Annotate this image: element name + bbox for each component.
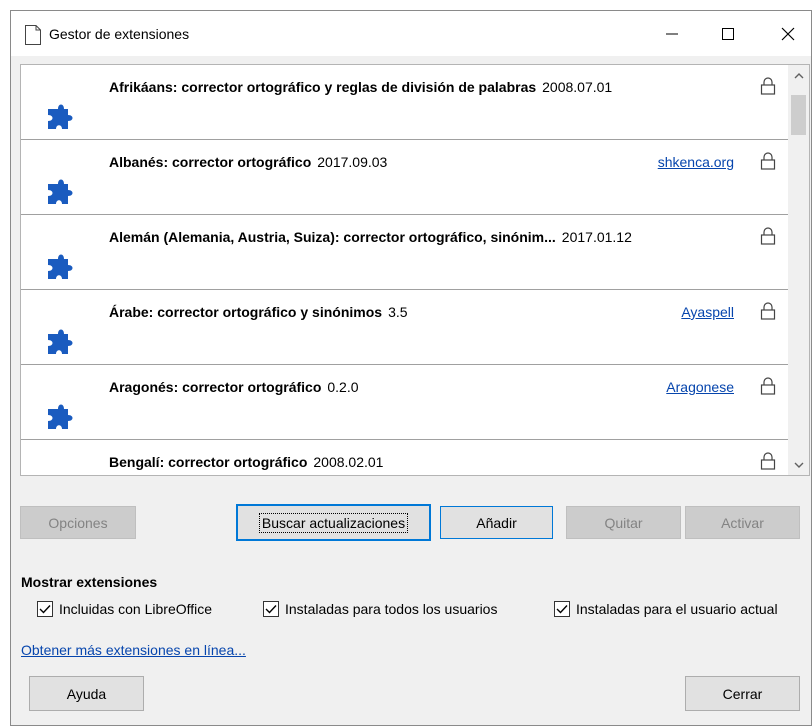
extension-row[interactable]: Árabe: corrector ortográfico y sinónimos… <box>21 290 790 365</box>
close-button[interactable]: Cerrar <box>685 676 800 711</box>
maximize-icon <box>722 27 734 40</box>
scroll-down-button[interactable] <box>788 454 809 475</box>
puzzle-piece-icon <box>45 251 75 283</box>
add-button[interactable]: Añadir <box>440 506 553 539</box>
maximize-button[interactable] <box>705 11 751 56</box>
remove-button-label: Quitar <box>604 514 643 531</box>
extension-text: Árabe: corrector ortográfico y sinónimos… <box>109 304 729 320</box>
extension-version: 2017.09.03 <box>317 154 388 170</box>
scroll-thumb[interactable] <box>791 95 806 135</box>
extension-name: Árabe: corrector ortográfico y sinónimos <box>109 304 383 320</box>
title-bar: Gestor de extensiones <box>11 11 811 56</box>
checkbox-label: Instaladas para todos los usuarios <box>285 601 498 617</box>
show-extensions-checkbox-1[interactable]: Instaladas para todos los usuarios <box>263 601 497 617</box>
checkbox-box[interactable] <box>263 601 279 617</box>
extension-version: 2008.02.01 <box>313 454 384 470</box>
check-updates-button[interactable]: Buscar actualizaciones <box>236 504 431 541</box>
extension-name: Albanés: corrector ortográfico <box>109 154 312 170</box>
window-title: Gestor de extensiones <box>49 26 190 42</box>
extension-name: Alemán (Alemania, Austria, Suiza): corre… <box>109 229 556 245</box>
add-button-label: Añadir <box>476 514 517 531</box>
extension-row[interactable]: Aragonés: corrector ortográfico 0.2.0 Arag… <box>21 365 790 440</box>
puzzle-piece-icon <box>45 101 75 133</box>
minimize-button[interactable] <box>649 11 695 56</box>
extension-name: Aragonés: corrector ortográfico <box>109 379 322 395</box>
checkbox-box[interactable] <box>554 601 570 617</box>
extension-version: 2017.01.12 <box>561 229 632 245</box>
checkbox-label: Instaladas para el usuario actual <box>576 601 778 617</box>
close-button-label: Cerrar <box>722 685 763 702</box>
extension-version: 2008.07.01 <box>542 79 613 95</box>
remove-button[interactable]: Quitar <box>566 506 681 539</box>
document-icon <box>25 25 41 45</box>
extension-name: Bengalí: corrector ortográfico <box>109 454 308 470</box>
extension-publisher-link[interactable]: Aragonese <box>666 379 734 395</box>
extensions-rows: Afrikáans: corrector ortográfico y regla… <box>21 65 790 475</box>
help-button-label: Ayuda <box>66 685 107 702</box>
scroll-up-button[interactable] <box>788 65 809 86</box>
checkbox-box[interactable] <box>37 601 53 617</box>
extension-publisher-link[interactable]: shkenca.org <box>658 154 734 170</box>
get-more-extensions-link[interactable]: Obtener más extensiones en línea... <box>21 642 246 658</box>
show-extensions-checkbox-0[interactable]: Incluidas con LibreOffice <box>37 601 212 617</box>
checkmark-icon <box>265 605 277 614</box>
extension-row[interactable]: Bengalí: corrector ortográfico 2008.02.01 <box>21 440 790 475</box>
show-extensions-checkbox-2[interactable]: Instaladas para el usuario actual <box>554 601 778 617</box>
extension-name: Afrikáans: corrector ortográfico y regla… <box>109 79 537 95</box>
list-scrollbar[interactable] <box>788 65 809 475</box>
lock-icon <box>760 377 776 395</box>
puzzle-piece-icon <box>45 326 75 358</box>
checkmark-icon <box>556 605 568 614</box>
lock-icon <box>760 152 776 170</box>
extensions-list[interactable]: Afrikáans: corrector ortográfico y regla… <box>20 64 810 476</box>
chevron-up-icon <box>794 72 803 78</box>
show-extensions-heading: Mostrar extensiones <box>21 574 158 590</box>
enable-button[interactable]: Activar <box>685 506 800 539</box>
lock-icon <box>760 452 776 470</box>
lock-icon <box>760 77 776 95</box>
close-icon <box>781 27 795 40</box>
extension-row[interactable]: Albanés: corrector ortográfico 2017.09.03… <box>21 140 790 215</box>
extension-version: 0.2.0 <box>327 379 359 395</box>
check-updates-button-label: Buscar actualizaciones <box>258 512 409 533</box>
extension-version: 3.5 <box>388 304 408 320</box>
close-window-button[interactable] <box>765 11 811 56</box>
extension-text: Albanés: corrector ortográfico 2017.09.03 <box>109 154 729 170</box>
help-button[interactable]: Ayuda <box>29 676 144 711</box>
enable-button-label: Activar <box>721 514 764 531</box>
extension-text: Alemán (Alemania, Austria, Suiza): corre… <box>109 229 729 245</box>
extension-text: Aragonés: corrector ortográfico 0.2.0 <box>109 379 729 395</box>
options-button[interactable]: Opciones <box>20 506 136 539</box>
lock-icon <box>760 227 776 245</box>
options-button-label: Opciones <box>48 514 108 531</box>
extension-text: Afrikáans: corrector ortográfico y regla… <box>109 79 729 95</box>
puzzle-piece-icon <box>45 401 75 433</box>
minimize-icon <box>666 33 678 34</box>
extension-text: Bengalí: corrector ortográfico 2008.02.01 <box>109 454 729 470</box>
chevron-down-icon <box>794 462 803 468</box>
extension-row[interactable]: Afrikáans: corrector ortográfico y regla… <box>21 65 790 140</box>
extension-manager-dialog: Gestor de extensiones Afrikáans: correct… <box>10 10 812 726</box>
lock-icon <box>760 302 776 320</box>
puzzle-piece-icon <box>45 176 75 208</box>
extension-publisher-link[interactable]: Ayaspell <box>681 304 734 320</box>
checkbox-label: Incluidas con LibreOffice <box>59 601 213 617</box>
checkmark-icon <box>39 605 51 614</box>
extension-row[interactable]: Alemán (Alemania, Austria, Suiza): corre… <box>21 215 790 290</box>
